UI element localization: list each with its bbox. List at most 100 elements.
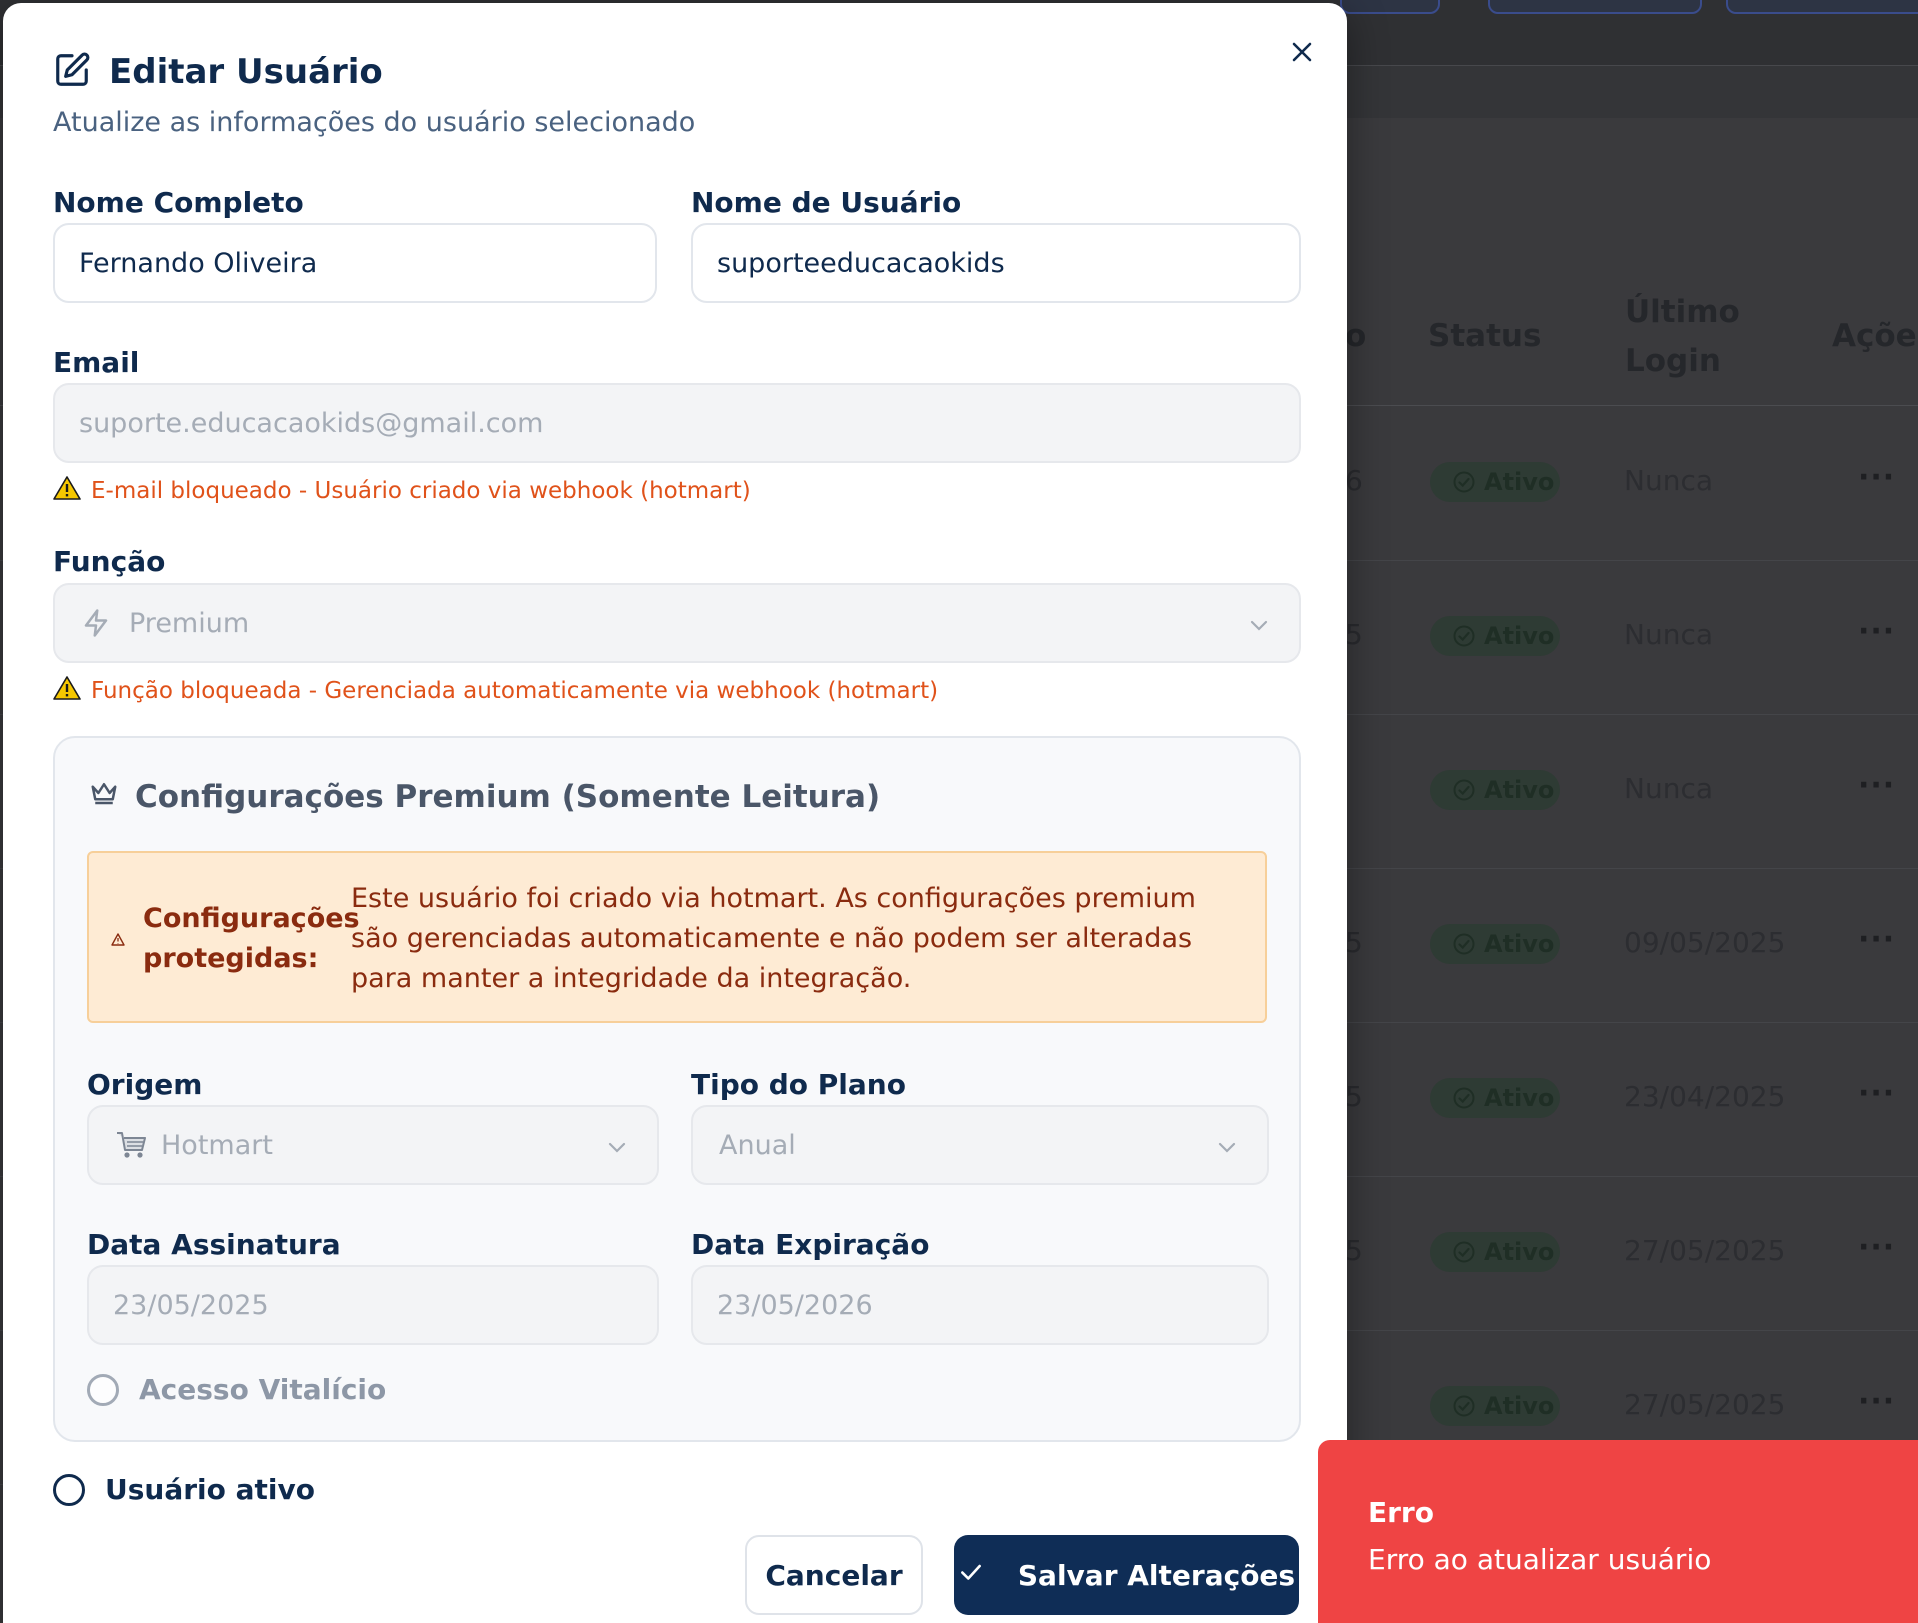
last-login-cell: Nunca — [1624, 464, 1713, 497]
protected-notice-title: Configurações protegidas: — [143, 903, 360, 974]
status-badge-label: Ativo — [1484, 930, 1555, 958]
status-badge: Ativo — [1430, 616, 1560, 656]
chevron-down-icon — [1215, 1135, 1239, 1166]
check-circle-icon — [1453, 471, 1475, 493]
lifetime-access-label: Acesso Vitalício — [139, 1373, 387, 1406]
role-label: Função — [53, 545, 166, 578]
email-warning: E-mail bloqueado - Usuário criado via we… — [53, 475, 751, 507]
lightning-icon — [81, 608, 111, 638]
active-user-option[interactable]: Usuário ativo — [53, 1473, 315, 1506]
crown-icon — [89, 778, 119, 816]
status-badge-label: Ativo — [1484, 1238, 1555, 1266]
lifetime-access-checkbox — [87, 1373, 119, 1406]
edit-user-dialog: Editar Usuário Atualize as informações d… — [3, 3, 1347, 1623]
row-actions-button[interactable]: ··· — [1858, 1076, 1895, 1111]
warning-icon — [53, 675, 81, 707]
row-actions-button[interactable]: ··· — [1858, 1230, 1895, 1265]
save-button[interactable]: Salvar Alterações — [954, 1535, 1299, 1615]
check-icon — [958, 1559, 984, 1592]
column-header-partial: o — [1345, 318, 1367, 354]
status-badge-label: Ativo — [1484, 468, 1555, 496]
edit-icon — [53, 51, 91, 93]
role-value: Premium — [129, 607, 250, 639]
status-badge-label: Ativo — [1484, 622, 1555, 650]
expiry-date-label: Data Expiração — [691, 1228, 930, 1261]
last-login-cell: 27/05/2025 — [1624, 1234, 1786, 1267]
origin-label: Origem — [87, 1068, 203, 1101]
table-cell-partial: 5 — [1345, 1080, 1363, 1113]
status-badge: Ativo — [1430, 462, 1560, 502]
chevron-down-icon — [605, 1135, 629, 1166]
last-login-cell: 09/05/2025 — [1624, 926, 1786, 959]
row-actions-button[interactable]: ··· — [1858, 768, 1895, 803]
column-header-actions: Ações — [1832, 318, 1918, 354]
status-badge-label: Ativo — [1484, 1392, 1555, 1420]
active-user-label: Usuário ativo — [105, 1473, 315, 1506]
username-label: Nome de Usuário — [691, 186, 962, 219]
toast-title: Erro — [1368, 1496, 1434, 1529]
role-select: Premium — [53, 583, 1301, 663]
warning-icon — [53, 475, 81, 507]
email-label: Email — [53, 346, 140, 379]
plan-type-label: Tipo do Plano — [691, 1068, 906, 1101]
full-name-label: Nome Completo — [53, 186, 304, 219]
dialog-title: Editar Usuário — [109, 52, 383, 92]
check-circle-icon — [1453, 625, 1475, 647]
cancel-button[interactable]: Cancelar — [745, 1535, 923, 1615]
row-actions-button[interactable]: ··· — [1858, 614, 1895, 649]
protected-notice: Configurações protegidas: Este usuário f… — [87, 851, 1267, 1023]
shopping-cart-icon — [115, 1130, 149, 1160]
row-actions-button[interactable]: ··· — [1858, 1384, 1895, 1419]
last-login-cell: 27/05/2025 — [1624, 1388, 1786, 1421]
status-badge: Ativo — [1430, 1386, 1560, 1426]
background-pill — [1726, 0, 1918, 14]
chevron-down-icon — [1247, 613, 1271, 644]
error-toast[interactable]: Erro Erro ao atualizar usuário — [1318, 1440, 1918, 1623]
plan-type-value: Anual — [719, 1129, 796, 1161]
last-login-cell: Nunca — [1624, 772, 1713, 805]
username-input[interactable] — [691, 223, 1301, 303]
toast-message: Erro ao atualizar usuário — [1368, 1543, 1712, 1576]
status-badge: Ativo — [1430, 1078, 1560, 1118]
status-badge: Ativo — [1430, 770, 1560, 810]
close-icon[interactable] — [1285, 35, 1319, 69]
status-badge: Ativo — [1430, 924, 1560, 964]
table-cell-partial: 6 — [1345, 464, 1363, 497]
warning-icon — [111, 931, 125, 950]
full-name-input[interactable] — [53, 223, 657, 303]
column-header-status: Status — [1428, 318, 1542, 354]
check-circle-icon — [1453, 1241, 1475, 1263]
status-badge-label: Ativo — [1484, 776, 1555, 804]
signup-date-input — [87, 1265, 659, 1345]
status-badge-label: Ativo — [1484, 1084, 1555, 1112]
role-warning-text: Função bloqueada - Gerenciada automatica… — [91, 678, 939, 704]
expiry-date-input — [691, 1265, 1269, 1345]
active-user-checkbox[interactable] — [53, 1473, 85, 1506]
column-header-last-login: Último Login — [1625, 294, 1740, 379]
check-circle-icon — [1453, 933, 1475, 955]
cancel-button-label: Cancelar — [765, 1558, 903, 1592]
email-input — [53, 383, 1301, 463]
dialog-header: Editar Usuário — [53, 51, 383, 93]
email-warning-text: E-mail bloqueado - Usuário criado via we… — [91, 478, 751, 504]
table-cell-partial: 5 — [1345, 1234, 1363, 1267]
plan-type-select: Anual — [691, 1105, 1269, 1185]
background-pill — [1488, 0, 1702, 14]
last-login-cell: Nunca — [1624, 618, 1713, 651]
row-actions-button[interactable]: ··· — [1858, 460, 1895, 495]
check-circle-icon — [1453, 1087, 1475, 1109]
check-circle-icon — [1453, 779, 1475, 801]
lifetime-access-option: Acesso Vitalício — [87, 1373, 386, 1406]
table-cell-partial: 5 — [1345, 618, 1363, 651]
premium-settings-title: Configurações Premium (Somente Leitura) — [135, 779, 881, 815]
protected-notice-text: Este usuário foi criado via hotmart. As … — [351, 883, 1196, 994]
signup-date-label: Data Assinatura — [87, 1228, 341, 1261]
premium-settings-card: Configurações Premium (Somente Leitura) … — [53, 736, 1301, 1442]
background-pill — [1340, 0, 1440, 14]
table-cell-partial: 5 — [1345, 926, 1363, 959]
save-button-label: Salvar Alterações — [1017, 1558, 1296, 1592]
origin-select: Hotmart — [87, 1105, 659, 1185]
status-badge: Ativo — [1430, 1232, 1560, 1272]
role-warning: Função bloqueada - Gerenciada automatica… — [53, 675, 938, 707]
row-actions-button[interactable]: ··· — [1858, 922, 1895, 957]
